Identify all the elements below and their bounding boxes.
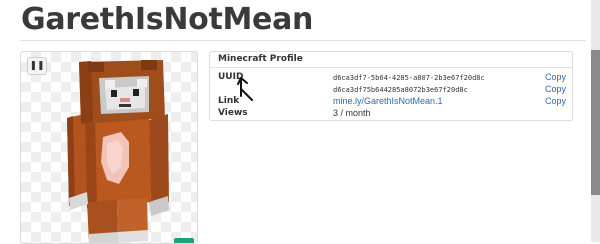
corner-badge[interactable] bbox=[174, 238, 194, 243]
uuid-row: UUID d6ca3df7-5b64-4285-a807-2b3e67f20d8… bbox=[210, 72, 572, 84]
profile-card-header: Minecraft Profile bbox=[210, 52, 572, 68]
mouse-cursor-icon bbox=[237, 77, 253, 101]
profile-link[interactable]: mine.ly/GarethIsNotMean.1 bbox=[333, 96, 443, 106]
pause-icon: ❚❚ bbox=[29, 61, 45, 71]
uuid-dashed-value: d6ca3df7-5b64-4285-a807-2b3e67f20d8c bbox=[333, 74, 485, 82]
title-divider bbox=[20, 40, 586, 41]
pause-button[interactable]: ❚❚ bbox=[27, 57, 47, 75]
page-title: GarethIsNotMean bbox=[21, 2, 314, 37]
vertical-scrollbar[interactable] bbox=[591, 0, 600, 242]
views-value: 3 / month bbox=[333, 108, 371, 118]
uuid-plain-row: d6ca3df75b644285a8072b3e67f20d8c Copy bbox=[210, 84, 572, 96]
copy-uuid-dashed-button[interactable]: Copy bbox=[545, 72, 566, 82]
scrollbar-thumb[interactable] bbox=[591, 50, 600, 195]
views-row: Views 3 / month bbox=[210, 108, 572, 120]
copy-uuid-plain-button[interactable]: Copy bbox=[545, 84, 566, 94]
views-label: Views bbox=[218, 108, 248, 118]
skin-viewer[interactable]: ❚❚ bbox=[20, 51, 198, 244]
link-row: Link mine.ly/GarethIsNotMean.1 Copy bbox=[210, 96, 572, 108]
uuid-plain-value: d6ca3df75b644285a8072b3e67f20d8c bbox=[333, 86, 468, 94]
copy-link-button[interactable]: Copy bbox=[545, 96, 566, 106]
minecraft-profile-card: Minecraft Profile UUID d6ca3df7-5b64-428… bbox=[209, 51, 573, 121]
skin-render[interactable] bbox=[21, 52, 197, 243]
